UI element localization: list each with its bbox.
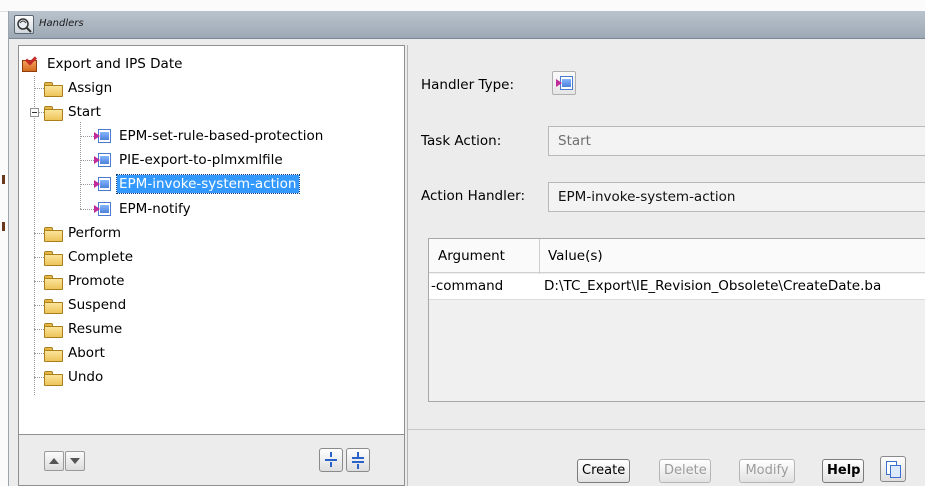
background-edge — [0, 12, 8, 486]
task-action-label: Task Action: — [421, 133, 502, 149]
folder-icon — [44, 226, 63, 242]
task-template-icon — [21, 52, 39, 73]
folder-icon — [44, 274, 63, 290]
tree-connector — [34, 233, 44, 234]
tree-item-handler[interactable]: EPM-notify — [94, 197, 193, 221]
copy-button[interactable] — [880, 456, 906, 482]
tree-item-resume[interactable]: Resume — [44, 317, 124, 341]
tree-item-label: EPM-notify — [119, 201, 191, 217]
tree-item-label: Assign — [68, 80, 113, 96]
expand-all-button[interactable] — [319, 448, 343, 472]
move-down-button[interactable] — [65, 451, 85, 471]
handler-tree[interactable]: Export and IPS Date Assign Start EPM-set… — [18, 45, 405, 435]
window-title: Handlers — [39, 18, 84, 29]
tree-toolbar — [18, 435, 405, 486]
tree-connector — [80, 136, 94, 137]
tree-item-label: EPM-invoke-system-action — [116, 174, 300, 194]
tree-connector — [34, 305, 44, 306]
tree-item-abort[interactable]: Abort — [44, 341, 107, 365]
handler-type-label: Handler Type: — [421, 77, 515, 93]
tree-item-handler[interactable]: EPM-set-rule-based-protection — [94, 124, 325, 148]
tree-connector — [34, 88, 44, 89]
tree-item-undo[interactable]: Undo — [44, 365, 105, 389]
tree-item-promote[interactable]: Promote — [44, 269, 126, 293]
handler-type-button[interactable] — [552, 71, 576, 95]
tree-item-label: Abort — [68, 345, 105, 361]
move-down-icon — [70, 458, 80, 464]
column-header-values[interactable]: Value(s) — [548, 248, 603, 264]
argument-cell: -command — [431, 278, 504, 294]
folder-icon — [44, 81, 63, 97]
help-button[interactable]: Help — [822, 459, 864, 483]
tree-item-label: Resume — [68, 321, 123, 337]
action-handler-icon — [556, 75, 574, 91]
tree-item-label: Complete — [68, 249, 134, 265]
tree-item-label: EPM-set-rule-based-protection — [119, 128, 324, 144]
arguments-table-header: Argument Value(s) — [429, 239, 925, 273]
table-row[interactable]: -command D:\TC_Export\IE_Revision_Obsole… — [429, 274, 925, 300]
folder-open-icon — [44, 105, 63, 121]
tree-item-start[interactable]: Start — [44, 100, 103, 124]
move-up-icon — [49, 458, 59, 464]
handlers-dialog: Handlers Export and IPS Date Assign Star… — [8, 11, 925, 486]
tree-item-label: Promote — [68, 273, 125, 289]
delete-button[interactable]: Delete — [659, 459, 711, 483]
tree-item-handler-selected[interactable]: EPM-invoke-system-action — [94, 172, 300, 196]
collapse-all-button[interactable] — [346, 448, 370, 472]
value-cell: D:\TC_Export\IE_Revision_Obsolete\Create… — [544, 278, 882, 294]
tree-connector — [80, 209, 94, 210]
handler-icon — [94, 201, 112, 217]
tree-item-perform[interactable]: Perform — [44, 221, 123, 245]
task-action-field[interactable]: Start — [548, 126, 925, 156]
folder-icon — [44, 322, 63, 338]
tree-connector — [80, 184, 94, 185]
tree-connector — [34, 76, 35, 395]
tree-item-label: Undo — [68, 369, 104, 385]
create-button[interactable]: Create — [577, 459, 630, 483]
folder-icon — [44, 250, 63, 266]
tree-item-label: PIE-export-to-plmxmlfile — [119, 152, 283, 168]
tree-item-assign[interactable]: Assign — [44, 76, 114, 100]
tree-root-label: Export and IPS Date — [47, 56, 183, 72]
tree-item-label: Start — [68, 104, 101, 120]
tree-connector — [34, 353, 44, 354]
move-up-button[interactable] — [44, 451, 64, 471]
tree-connector — [34, 377, 44, 378]
tree-item-label: Perform — [68, 225, 121, 241]
action-handler-field[interactable]: EPM-invoke-system-action — [548, 182, 925, 212]
tree-item-handler[interactable]: PIE-export-to-plmxmlfile — [94, 148, 285, 172]
collapse-toggle-icon[interactable] — [30, 108, 39, 117]
tree-item-label: Suspend — [68, 297, 127, 313]
tree-connector — [34, 257, 44, 258]
tree-item-suspend[interactable]: Suspend — [44, 293, 128, 317]
folder-icon — [44, 346, 63, 362]
edge-mark — [2, 222, 5, 231]
action-handler-label: Action Handler: — [421, 188, 526, 204]
tree-root[interactable]: Export and IPS Date — [21, 52, 184, 76]
handler-details: Handler Type: Task Action: Start Action … — [407, 45, 925, 486]
modify-button[interactable]: Modify — [739, 459, 795, 483]
tree-item-complete[interactable]: Complete — [44, 245, 135, 269]
title-bar: Handlers — [9, 11, 925, 39]
tree-connector — [34, 329, 44, 330]
arguments-table[interactable]: Argument Value(s) -command D:\TC_Export\… — [428, 238, 925, 402]
folder-icon — [44, 298, 63, 314]
edge-mark — [2, 175, 5, 184]
tree-connector — [34, 281, 44, 282]
handler-icon — [94, 152, 112, 168]
handler-icon — [94, 128, 112, 144]
folder-icon — [44, 370, 63, 386]
tree-connector — [80, 160, 94, 161]
handler-icon — [94, 176, 112, 192]
column-header-argument[interactable]: Argument — [438, 248, 505, 264]
handlers-window-icon — [14, 15, 34, 34]
action-buttons-bar: Create Delete Modify Help — [408, 429, 925, 486]
